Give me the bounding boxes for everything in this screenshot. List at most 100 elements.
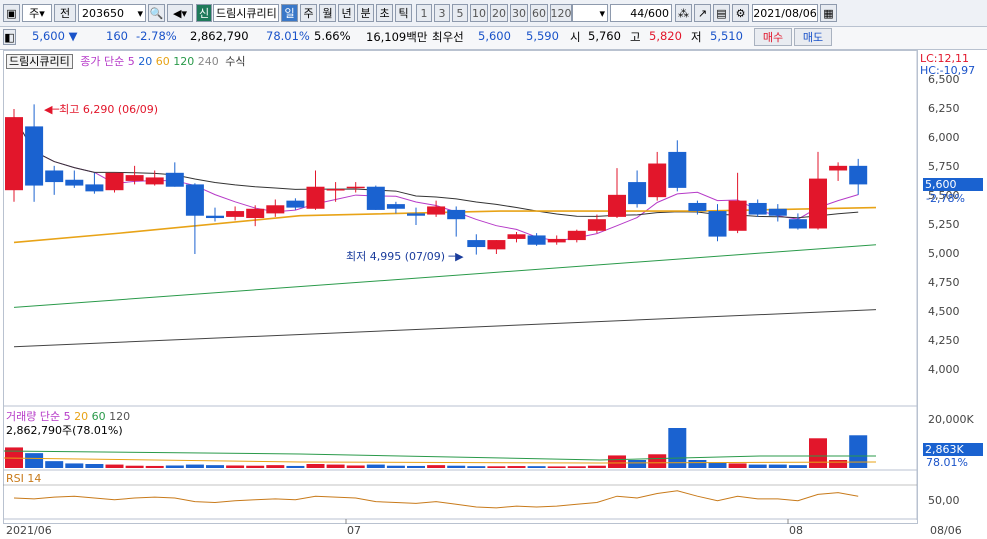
candle-body — [125, 175, 144, 181]
volume-bar — [65, 463, 84, 468]
candle-body — [648, 163, 667, 198]
price-axis-label: 4,250 — [928, 334, 960, 347]
candle-body — [748, 202, 767, 215]
volume-ma20-line — [3, 457, 877, 464]
candle-body — [185, 184, 204, 216]
candle-body — [788, 219, 807, 229]
candle-body — [527, 235, 546, 245]
candle-body — [25, 126, 44, 186]
candle-body — [105, 172, 124, 191]
candle-body — [226, 211, 245, 217]
date-label-july: 07 — [347, 524, 361, 537]
candle-body — [306, 186, 325, 209]
candle-body — [708, 211, 727, 237]
low-annotation: 최저 4,995 (07/09) ─▶ — [346, 250, 464, 263]
volume-bar — [768, 464, 787, 468]
candle-body — [266, 205, 285, 214]
volume-bar — [266, 465, 285, 468]
candle-body — [447, 209, 466, 220]
candle-body — [849, 165, 868, 185]
candle-body — [668, 151, 687, 188]
volume-bar — [326, 464, 345, 468]
high-annotation: ◀─최고 6,290 (06/09) — [44, 103, 159, 116]
rsi-line — [13, 490, 859, 509]
candle-body — [326, 189, 345, 191]
current-price-tag: 5,600 — [923, 178, 983, 191]
volume-bar — [527, 466, 546, 468]
candle-body — [5, 117, 23, 191]
candle-body — [407, 213, 425, 216]
volume-bar — [487, 466, 506, 468]
candle-body — [165, 172, 184, 187]
volume-bar — [105, 464, 124, 468]
volume-bar — [25, 453, 44, 468]
volume-bar — [165, 465, 184, 468]
high-annotation-text: 최고 6,290 (06/09) — [59, 103, 159, 116]
candle-body — [427, 206, 446, 215]
legend-stock-name: 드림시큐리티 — [6, 54, 73, 69]
price-axis-label: 4,750 — [928, 276, 960, 289]
candle-body — [246, 208, 265, 219]
date-label-right: 08/06 — [930, 524, 962, 537]
candle-body — [65, 179, 84, 186]
date-label-aug: 08 — [789, 524, 803, 537]
price-axis-label: 4,500 — [928, 305, 960, 318]
volume-bar — [809, 438, 827, 468]
price-axis-label: 5,750 — [928, 160, 960, 173]
candle-body — [467, 240, 486, 248]
rsi-axis-label: 50,00 — [928, 494, 960, 507]
volume-bar — [728, 463, 747, 468]
volume-bar — [346, 465, 365, 468]
candle-body — [487, 240, 506, 250]
candle-body — [45, 170, 64, 183]
candle-body — [628, 182, 647, 205]
date-label-june: 2021/06 — [6, 524, 52, 537]
candle-body — [507, 234, 526, 239]
candle-body — [386, 204, 405, 209]
current-pct-tag: -2,78% — [926, 192, 965, 205]
legend-ma60: 60 — [155, 55, 170, 68]
price-axis-label: 6,500 — [928, 73, 960, 86]
candle-body — [829, 165, 848, 171]
candle-body — [567, 230, 586, 241]
volume-bar — [306, 464, 325, 468]
volume-bar — [386, 465, 405, 468]
candle-body — [608, 194, 626, 217]
chart-svg — [3, 50, 918, 524]
candle-body — [286, 200, 305, 208]
volume-axis-label: 20,000K — [928, 413, 974, 426]
volume-bar — [708, 462, 727, 468]
legend-formula: 수식 — [225, 55, 246, 68]
volume-ma60-line — [3, 450, 876, 461]
volume-bar — [246, 465, 265, 468]
volume-bar — [628, 460, 647, 468]
volume-bar — [608, 455, 626, 468]
volume-bar — [45, 461, 64, 468]
volume-bar — [648, 454, 667, 468]
volume-bar — [688, 460, 707, 468]
volume-pct-tag: 78.01% — [926, 456, 968, 469]
volume-bar — [366, 464, 385, 468]
price-axis-label: 6,000 — [928, 131, 960, 144]
volume-bar — [668, 428, 687, 468]
candle-body — [547, 238, 566, 243]
volume-bar — [85, 464, 104, 468]
volume-bar — [427, 465, 446, 468]
candle-body — [809, 178, 827, 229]
ma240-line — [13, 309, 877, 348]
price-axis-label: 5,250 — [928, 218, 960, 231]
candle-body — [728, 200, 747, 231]
volume-bar — [567, 466, 586, 468]
price-axis-label: 4,000 — [928, 363, 960, 376]
volume-bar — [286, 465, 305, 468]
volume-bar — [145, 465, 164, 468]
volume-bar — [849, 435, 868, 468]
price-axis-label: 5,000 — [928, 247, 960, 260]
volume-bar — [507, 466, 526, 468]
candle-body — [346, 186, 365, 189]
volume-current: 2,862,790주(78.01%) — [6, 424, 123, 437]
volume-bar — [748, 464, 767, 468]
low-annotation-text: 최저 4,995 (07/09) — [346, 250, 446, 263]
candle-body — [366, 186, 385, 210]
volume-bar — [206, 465, 224, 468]
